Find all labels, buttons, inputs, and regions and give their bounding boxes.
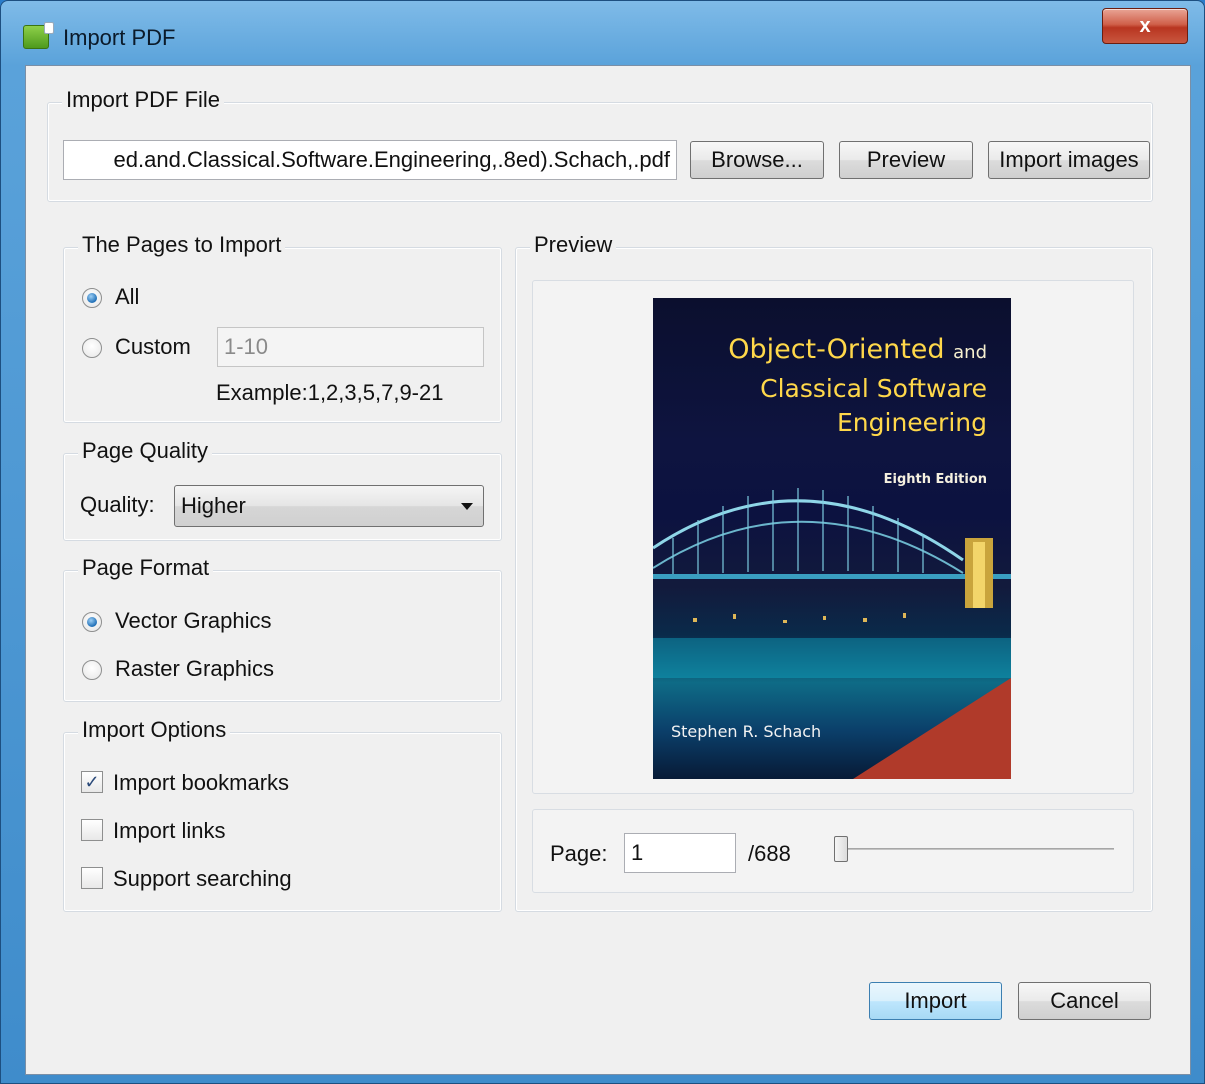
support-searching-checkbox[interactable] [81,867,103,889]
custom-pages-label[interactable]: Custom [115,334,191,360]
import-links-checkbox[interactable] [81,819,103,841]
import-bookmarks-label[interactable]: Import bookmarks [113,770,289,796]
preview-button[interactable]: Preview [839,141,973,179]
page-navigator-panel [532,809,1134,893]
import-button[interactable]: Import [869,982,1002,1020]
cover-title-line1: Object-Oriented and [728,334,987,365]
custom-pages-input[interactable]: 1-10 [217,327,484,367]
chevron-down-icon [461,503,473,510]
page-slider-thumb[interactable] [834,836,848,862]
support-searching-label[interactable]: Support searching [113,866,292,892]
page-number-input[interactable]: 1 [624,833,736,873]
page-total: /688 [748,841,791,866]
vector-graphics-label[interactable]: Vector Graphics [115,608,272,634]
custom-pages-radio[interactable] [82,338,102,358]
page-label: Page: [550,841,608,866]
vector-graphics-radio[interactable] [82,612,102,632]
close-button[interactable]: x [1102,8,1188,44]
quality-label: Quality: [80,492,155,517]
cover-title-and: and [953,342,987,363]
cover-title-oo: Object-Oriented [728,334,945,365]
title-bar[interactable]: Import PDF x [1,1,1204,67]
file-path-input[interactable]: ed.and.Classical.Software.Engineering,.8… [63,140,677,180]
pages-group-title: The Pages to Import [78,232,286,258]
import-links-label[interactable]: Import links [113,818,225,844]
quality-select[interactable]: Higher [174,485,484,527]
app-icon [23,22,54,49]
import-bookmarks-checkbox[interactable]: ✓ [81,771,103,793]
preview-group-title: Preview [530,232,617,258]
cover-edition: Eighth Edition [883,472,987,487]
import-options-group-title: Import Options [78,717,231,743]
raster-graphics-label[interactable]: Raster Graphics [115,656,274,682]
cover-title-line3: Engineering [837,408,987,437]
dialog-client-area: Import PDF File ed.and.Classical.Softwar… [25,65,1191,1075]
page-range-example: Example:1,2,3,5,7,9-21 [216,380,444,405]
quality-select-value: Higher [181,493,246,518]
format-group-title: Page Format [78,555,214,581]
format-group: Page Format [63,555,502,702]
bridge-illustration [653,488,1011,779]
window-title: Import PDF [63,25,176,50]
cancel-button[interactable]: Cancel [1018,982,1151,1020]
import-file-group-title: Import PDF File [62,87,225,113]
cover-title-line2: Classical Software [760,374,987,403]
all-pages-label[interactable]: All [115,284,139,310]
all-pages-radio[interactable] [82,288,102,308]
browse-button[interactable]: Browse... [690,141,824,179]
page-slider-track[interactable] [834,848,1114,850]
import-images-button[interactable]: Import images [988,141,1150,179]
cover-author: Stephen R. Schach [671,722,822,741]
import-pdf-window: Import PDF x Import PDF File ed.and.Clas… [0,0,1205,1084]
pdf-cover-thumbnail: Object-Oriented and Classical Software E… [653,298,1011,779]
raster-graphics-radio[interactable] [82,660,102,680]
quality-group-title: Page Quality [78,438,212,464]
